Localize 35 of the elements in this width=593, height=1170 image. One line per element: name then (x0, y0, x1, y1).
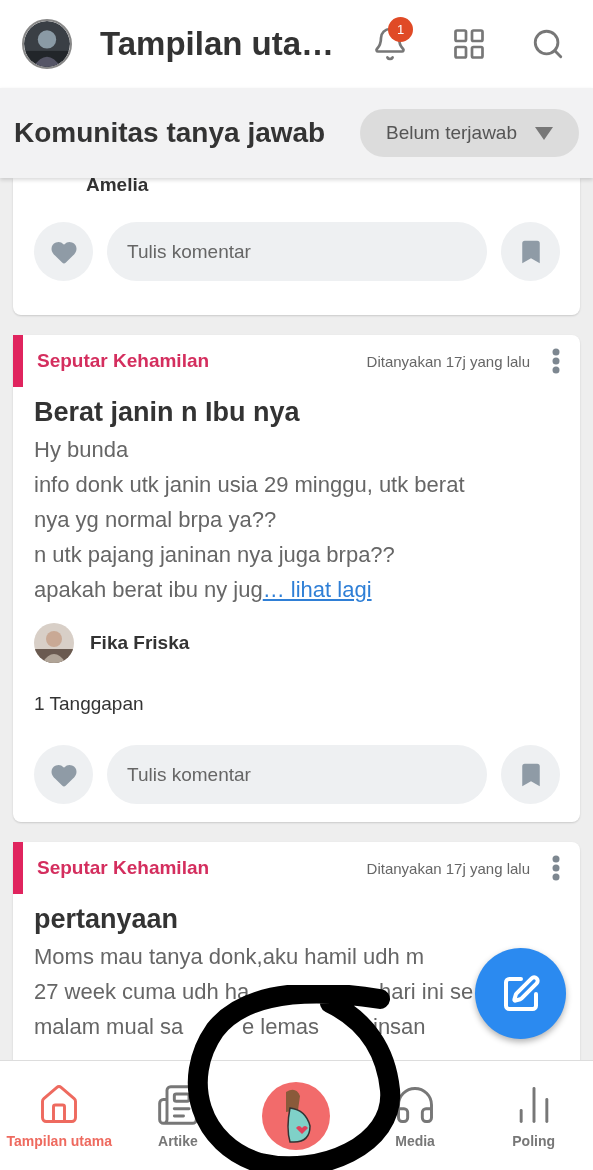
more-options-icon[interactable] (552, 855, 560, 881)
question-text: apakah berat ibu ny jug… lihat lagi (34, 577, 372, 602)
caret-icon (535, 126, 553, 140)
notification-badge: 1 (388, 17, 414, 42)
nav-tab[interactable]: Poling (474, 1061, 593, 1170)
question-text: Hy bunda (34, 437, 129, 462)
category-marker (13, 335, 23, 387)
nav-tab[interactable]: Media (355, 1061, 475, 1170)
post-time: Ditanyakan 17j yang lalu (366, 352, 530, 370)
comment-field[interactable]: Tulis komentar (107, 745, 487, 804)
notification-button[interactable]: 1 (366, 17, 414, 71)
question-text: nya yg normal brpa ya?? (34, 507, 277, 532)
question-title: Berat janin n Ibu nya (34, 397, 301, 428)
section-title: Komunitas tanya jawab (14, 117, 326, 149)
page-title: Tampilan uta… (100, 25, 335, 63)
question-text: n utk pajang janinan nya juga brpa?? (34, 542, 395, 567)
filter-dropdown[interactable]: Belum terjawab (360, 109, 579, 157)
see-more-link[interactable]: … lihat lagi (262, 577, 372, 602)
comment-field[interactable]: Tulis komentar (107, 222, 487, 281)
category-label: Seputar Kehamilan (37, 350, 211, 372)
profile-avatar[interactable] (22, 19, 72, 69)
question-text: e lemas (242, 1013, 320, 1041)
author-name: Amelia (86, 178, 149, 196)
question-text: malam mual sa (34, 1014, 184, 1039)
nav-tab[interactable]: Tampilan utama (0, 1061, 119, 1170)
category-label: Seputar Kehamilan (37, 857, 211, 879)
post-time: Ditanyakan 17j yang lalu (366, 859, 530, 877)
question-text: info donk utk janin usia 29 minggu, utk berat (34, 472, 465, 497)
author-name: Fika Friska (90, 632, 190, 654)
category-marker (13, 842, 23, 894)
more-options-icon[interactable] (552, 348, 560, 374)
response-count: 1 Tanggapan (34, 693, 145, 715)
question-text: Moms mau tanya donk,aku hamil udh m (34, 944, 425, 969)
nav-tab[interactable]: Artike (118, 1061, 238, 1170)
question-title: pertanyaan (34, 904, 180, 935)
